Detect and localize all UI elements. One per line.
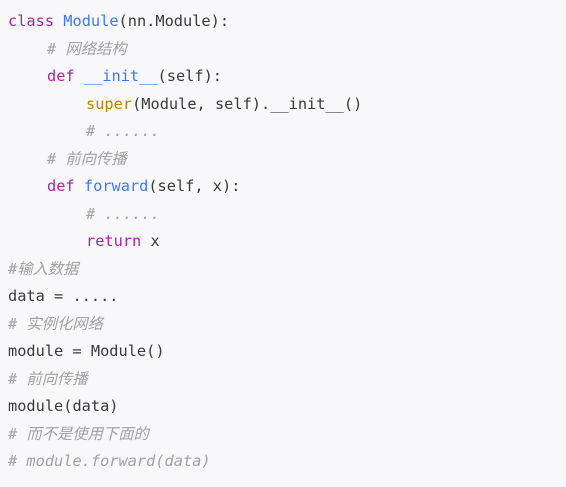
code-line-init-def: def __init__(self): bbox=[8, 63, 566, 91]
statement: module = Module() bbox=[8, 342, 165, 360]
statement: module(data) bbox=[8, 397, 119, 415]
function-params: (self): bbox=[157, 67, 223, 85]
code-line-module-assign: module = Module() bbox=[8, 338, 566, 366]
code-line-comment-forward-direct: # module.forward(data) bbox=[8, 448, 566, 476]
keyword-def: def bbox=[47, 67, 75, 85]
keyword-def: def bbox=[47, 177, 75, 195]
code-line-comment-forward: # 前向传播 bbox=[8, 146, 566, 174]
code-line-class-def: class Module(nn.Module): bbox=[8, 8, 566, 36]
comment: # module.forward(data) bbox=[8, 452, 211, 470]
function-params: (self, x): bbox=[148, 177, 241, 195]
builtin-super: super bbox=[86, 94, 133, 113]
code-line-module-call: module(data) bbox=[8, 393, 566, 421]
comment: # 前向传播 bbox=[47, 149, 127, 168]
class-base: (nn.Module): bbox=[118, 12, 230, 30]
keyword-class: class bbox=[8, 12, 55, 30]
code-line-super-call: super(Module, self).__init__() bbox=[8, 91, 566, 119]
comment: # ...... bbox=[86, 204, 160, 223]
code-line-comment-forward-call: # 前向传播 bbox=[8, 366, 566, 394]
comment: # 而不是使用下面的 bbox=[8, 424, 149, 443]
code-line-comment-instead: # 而不是使用下面的 bbox=[8, 421, 566, 449]
comment: # 前向传播 bbox=[8, 369, 88, 388]
keyword-return: return bbox=[86, 232, 142, 250]
code-block: class Module(nn.Module): # 网络结构 def __in… bbox=[0, 0, 566, 487]
code-line-comment-input: #输入数据 bbox=[8, 256, 566, 284]
comment: #输入数据 bbox=[8, 259, 79, 278]
code-line-comment-instantiate: # 实例化网络 bbox=[8, 311, 566, 339]
comment: # 网络结构 bbox=[47, 39, 127, 58]
class-name: Module bbox=[63, 12, 119, 30]
code-line-comment-structure: # 网络结构 bbox=[8, 36, 566, 64]
comment: # ...... bbox=[86, 122, 160, 140]
code-line-data-assign: data = ..... bbox=[8, 283, 566, 311]
statement: data = ..... bbox=[8, 287, 119, 305]
comment: # 实例化网络 bbox=[8, 314, 103, 333]
code-line-ellipsis-comment: # ...... bbox=[8, 201, 566, 229]
return-value: x bbox=[141, 232, 160, 250]
function-name-forward: forward bbox=[83, 177, 149, 195]
code-line-return: return x bbox=[8, 228, 566, 256]
super-call-args: (Module, self).__init__() bbox=[132, 94, 363, 113]
function-name-init: __init__ bbox=[83, 67, 158, 85]
code-line-forward-def: def forward(self, x): bbox=[8, 173, 566, 201]
code-line-ellipsis-comment: # ...... bbox=[8, 118, 566, 146]
